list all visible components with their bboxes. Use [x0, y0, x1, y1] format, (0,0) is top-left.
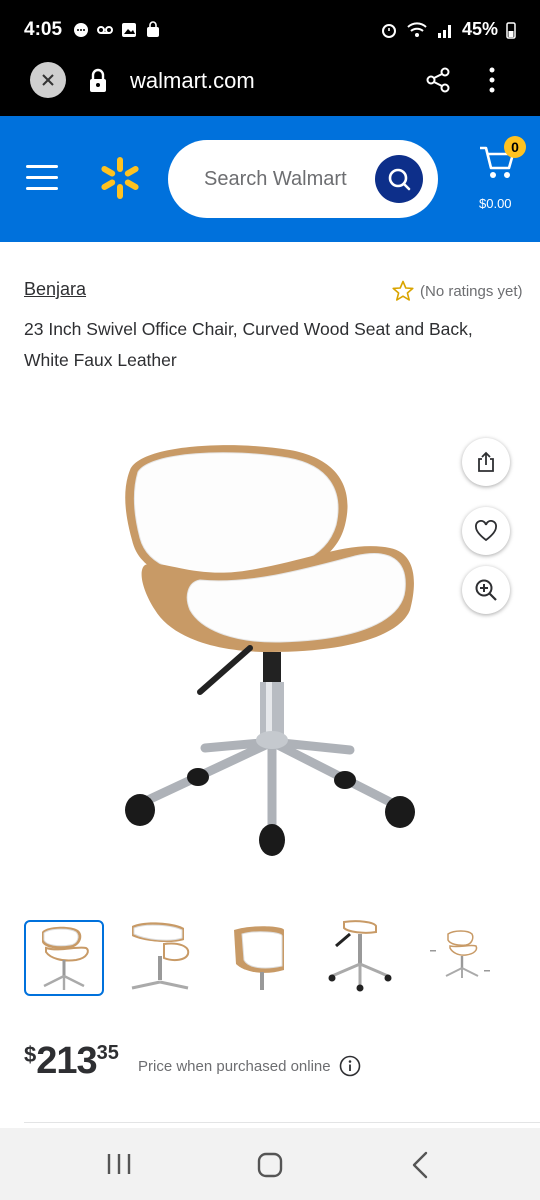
- close-tab-button[interactable]: [30, 62, 66, 98]
- rating-text: (No ratings yet): [420, 282, 523, 300]
- shopping-bag-icon: [147, 21, 159, 37]
- battery-percent: 45%: [461, 19, 498, 39]
- zoom-button[interactable]: [462, 566, 510, 614]
- price-note: Price when purchased online: [138, 1055, 361, 1077]
- thumbnail-4[interactable]: [324, 920, 404, 996]
- alarm-icon: [381, 23, 396, 38]
- zoom-in-icon: [475, 579, 497, 601]
- price-note-text: Price when purchased online: [138, 1057, 331, 1075]
- system-nav-bar: [0, 1128, 540, 1200]
- price: $ 213 35: [24, 1040, 119, 1083]
- menu-button[interactable]: [26, 165, 58, 191]
- walmart-header: Search Walmart 0 $0.00: [0, 116, 540, 242]
- signal-icon: [437, 24, 451, 38]
- cart-count-badge: 0: [504, 136, 526, 158]
- price-dollars: 213: [36, 1040, 97, 1082]
- thumbnail-image: [430, 930, 490, 978]
- share-icon: [478, 451, 494, 472]
- notification-icons: [72, 21, 162, 39]
- cart-total: $0.00: [479, 196, 512, 211]
- menu-line: [26, 176, 58, 179]
- product-title: 23 Inch Swivel Office Chair, Curved Wood…: [24, 319, 473, 370]
- home-icon[interactable]: [257, 1152, 283, 1178]
- status-right: 45%: [380, 19, 516, 40]
- browser-url-bar: walmart.com: [0, 60, 540, 116]
- thumbnail-3[interactable]: [224, 920, 304, 996]
- thumbnail-image: [131, 922, 190, 990]
- thumbnail-2[interactable]: [124, 920, 204, 996]
- price-cents: 35: [96, 1042, 119, 1064]
- status-bar: 4:05 45%: [0, 0, 540, 60]
- battery-icon: [506, 21, 516, 39]
- thumbnail-1[interactable]: [24, 920, 104, 996]
- divider: [24, 1122, 540, 1123]
- close-icon: [42, 74, 54, 86]
- walmart-spark-logo[interactable]: [98, 156, 142, 200]
- info-icon[interactable]: [339, 1055, 361, 1077]
- search-button[interactable]: [375, 155, 423, 203]
- rating[interactable]: (No ratings yet): [392, 280, 523, 302]
- recents-icon[interactable]: [106, 1152, 132, 1176]
- search-input[interactable]: Search Walmart: [168, 140, 438, 218]
- share-icon[interactable]: [425, 67, 451, 93]
- chat-icon: [74, 23, 88, 37]
- thumbnail-image: [42, 926, 89, 990]
- url-text[interactable]: walmart.com: [130, 68, 255, 94]
- share-button[interactable]: [462, 438, 510, 486]
- search-icon: [388, 168, 411, 191]
- status-time: 4:05: [24, 19, 63, 40]
- more-options-icon[interactable]: [482, 66, 502, 94]
- voicemail-icon: [97, 26, 113, 34]
- image-icon: [122, 23, 136, 37]
- lock-icon: [90, 68, 106, 92]
- thumbnail-5[interactable]: [424, 920, 504, 996]
- cart-button[interactable]: 0 $0.00: [474, 136, 526, 211]
- back-icon[interactable]: [410, 1151, 430, 1179]
- price-currency: $: [24, 1042, 37, 1067]
- heart-icon: [475, 520, 497, 542]
- search-placeholder: Search Walmart: [204, 168, 347, 190]
- thumbnail-strip: [24, 920, 524, 998]
- thumbnail-image: [234, 926, 284, 990]
- favorite-button[interactable]: [462, 507, 510, 555]
- product-image[interactable]: [100, 430, 440, 870]
- menu-line: [26, 165, 58, 168]
- menu-line: [26, 187, 58, 190]
- thumbnail-image: [328, 920, 392, 992]
- brand-link[interactable]: Benjara: [24, 279, 86, 300]
- star-icon: [392, 280, 414, 301]
- wifi-icon: [407, 21, 427, 37]
